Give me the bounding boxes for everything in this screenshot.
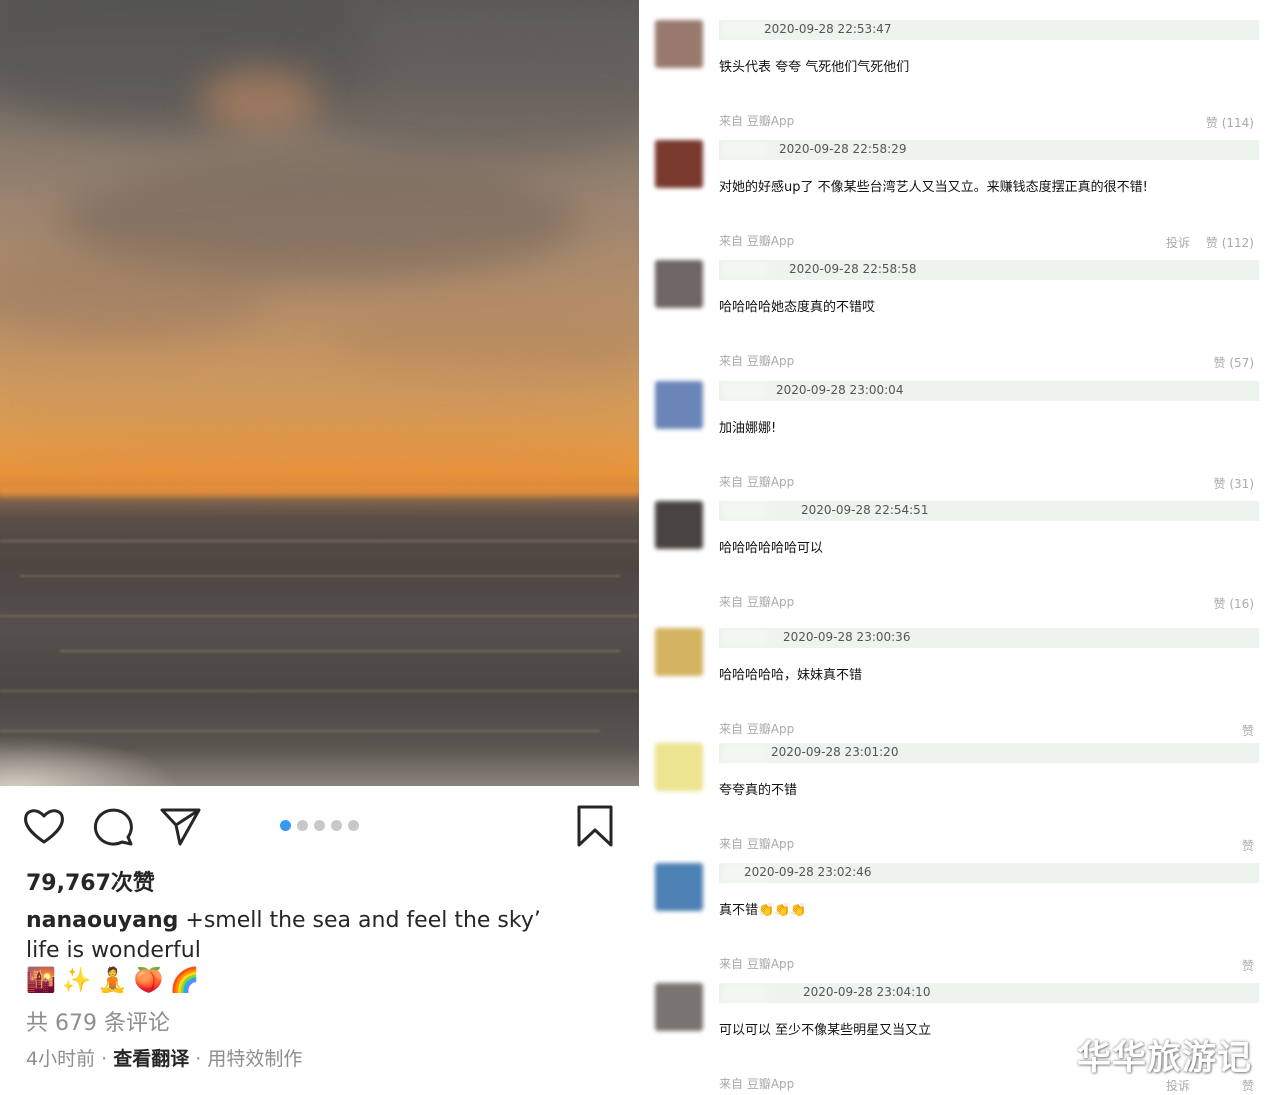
- post-meta: 4小时前 · 查看翻译 · 用特效制作: [26, 1044, 302, 1071]
- user-avatar[interactable]: [655, 381, 703, 429]
- comment-time: 2020-09-28 23:00:36: [783, 630, 911, 644]
- comment-time: 2020-09-28 22:53:47: [764, 22, 892, 36]
- post-time: 4小时前: [26, 1048, 96, 1070]
- comment-header: 2020-09-28 23:00:36: [719, 628, 1259, 648]
- caption-emojis: 🌇 ✨ 🧘 🍑 🌈: [26, 966, 199, 994]
- comment-header: 2020-09-28 23:00:04: [719, 381, 1259, 401]
- comment-header: 2020-09-28 22:53:47: [719, 20, 1259, 40]
- comment-text: 夸夸真的不错: [719, 783, 798, 798]
- report-link[interactable]: 投诉: [1166, 1077, 1190, 1094]
- comment-header: 2020-09-28 23:04:10: [719, 983, 1259, 1003]
- username-blurred[interactable]: [723, 383, 767, 399]
- comment-item: 2020-09-28 23:01:20 夸夸真的不错 来自 豆瓣App 赞: [639, 723, 1270, 853]
- meta-separator: ·: [189, 1048, 208, 1070]
- comment-item: 2020-09-28 23:00:04 加油娜娜! 来自 豆瓣App 赞 (31): [639, 361, 1270, 491]
- user-avatar[interactable]: [655, 140, 703, 188]
- user-avatar[interactable]: [655, 20, 703, 68]
- effects-link[interactable]: 用特效制作: [207, 1048, 302, 1070]
- comment-header: 2020-09-28 22:54:51: [719, 501, 1259, 521]
- username-blurred[interactable]: [723, 22, 767, 38]
- caption-username[interactable]: nanaouyang: [26, 908, 178, 933]
- comment-item: 2020-09-28 22:53:47 铁头代表 夸夸 气死他们气死他们 来自 豆瓣…: [639, 0, 1270, 130]
- comment-header: 2020-09-28 23:02:46: [719, 863, 1259, 883]
- post-caption: nanaouyang +smell the sea and feel the s…: [26, 906, 546, 966]
- comment-time: 2020-09-28 23:00:04: [776, 383, 904, 397]
- username-blurred[interactable]: [723, 630, 767, 646]
- city-sunset-emoji: 🌇: [26, 966, 56, 994]
- username-blurred[interactable]: [723, 503, 767, 519]
- comment-icon[interactable]: [91, 804, 135, 848]
- username-blurred[interactable]: [723, 262, 767, 278]
- comment-text: 铁头代表 夸夸 气死他们气死他们: [719, 60, 910, 75]
- comment-header: 2020-09-28 23:01:20: [719, 743, 1259, 763]
- comment-item: 2020-09-28 22:54:51 哈哈哈哈哈哈可以 来自 豆瓣App 赞 (16…: [639, 481, 1270, 611]
- user-avatar[interactable]: [655, 743, 703, 791]
- carousel-dot: [348, 820, 359, 831]
- carousel-dots: [280, 820, 359, 831]
- comment-text: 哈哈哈哈哈哈可以: [719, 541, 824, 556]
- comment-item: 2020-09-28 22:58:29 对她的好感up了 不像某些台湾艺人又当又立…: [639, 120, 1270, 250]
- comment-time: 2020-09-28 22:58:58: [789, 262, 917, 276]
- user-avatar[interactable]: [655, 863, 703, 911]
- heart-icon[interactable]: [22, 804, 66, 848]
- sparkles-emoji: ✨: [61, 966, 92, 994]
- comment-time: 2020-09-28 22:58:29: [779, 142, 907, 156]
- post-photo[interactable]: [0, 0, 639, 786]
- douban-comments-panel: 2020-09-28 22:53:47 铁头代表 夸夸 气死他们气死他们 来自 豆瓣…: [639, 0, 1270, 1095]
- comment-source: 来自 豆瓣App: [719, 1077, 795, 1091]
- comment-text: 可以可以 至少不像某些明星又当又立: [719, 1023, 932, 1038]
- username-blurred[interactable]: [723, 745, 767, 761]
- comment-item: 2020-09-28 23:02:46 真不错👏👏👏 来自 豆瓣App 赞: [639, 843, 1270, 973]
- share-icon[interactable]: [158, 804, 202, 848]
- carousel-dot: [331, 820, 342, 831]
- bookmark-icon[interactable]: [573, 804, 617, 848]
- user-avatar[interactable]: [655, 501, 703, 549]
- rainbow-emoji: 🌈: [169, 966, 200, 994]
- user-avatar[interactable]: [655, 983, 703, 1031]
- carousel-dot: [297, 820, 308, 831]
- carousel-dot: [280, 820, 291, 831]
- carousel-dot: [314, 820, 325, 831]
- likes-count[interactable]: 79,767次赞: [26, 865, 155, 897]
- comment-header: 2020-09-28 22:58:29: [719, 140, 1259, 160]
- comment-text: 哈哈哈哈她态度真的不错哎: [719, 300, 876, 315]
- comment-time: 2020-09-28 23:01:20: [771, 745, 899, 759]
- view-comments-link[interactable]: 共 679 条评论: [26, 1005, 170, 1037]
- translate-link[interactable]: 查看翻译: [113, 1048, 189, 1070]
- post-actions: [0, 796, 639, 856]
- watermark-text: 华华旅游记: [1077, 1038, 1252, 1078]
- comment-header: 2020-09-28 22:58:58: [719, 260, 1259, 280]
- comment-item: 2020-09-28 23:00:36 哈哈哈哈哈，妹妹真不错 来自 豆瓣App 赞: [639, 608, 1270, 738]
- username-blurred[interactable]: [723, 142, 767, 158]
- comment-time: 2020-09-28 23:02:46: [744, 865, 872, 879]
- comment-text: 加油娜娜!: [719, 421, 777, 436]
- yoga-emoji: 🧘: [97, 966, 128, 994]
- peach-emoji: 🍑: [133, 966, 164, 994]
- user-avatar[interactable]: [655, 628, 703, 676]
- meta-separator: ·: [95, 1048, 114, 1070]
- instagram-post: 79,767次赞 nanaouyang +smell the sea and f…: [0, 0, 639, 1095]
- vote-button[interactable]: 赞: [1242, 1077, 1254, 1094]
- comment-text: 对她的好感up了 不像某些台湾艺人又当又立。来赚钱态度摆正真的很不错!: [719, 180, 1148, 195]
- username-blurred[interactable]: [723, 985, 767, 1001]
- user-avatar[interactable]: [655, 260, 703, 308]
- comment-text: 哈哈哈哈哈，妹妹真不错: [719, 668, 863, 683]
- comment-time: 2020-09-28 22:54:51: [801, 503, 929, 517]
- comment-item: 2020-09-28 22:58:58 哈哈哈哈她态度真的不错哎 来自 豆瓣App 赞…: [639, 240, 1270, 370]
- comment-time: 2020-09-28 23:04:10: [803, 985, 931, 999]
- comment-text: 真不错👏👏👏: [719, 903, 807, 918]
